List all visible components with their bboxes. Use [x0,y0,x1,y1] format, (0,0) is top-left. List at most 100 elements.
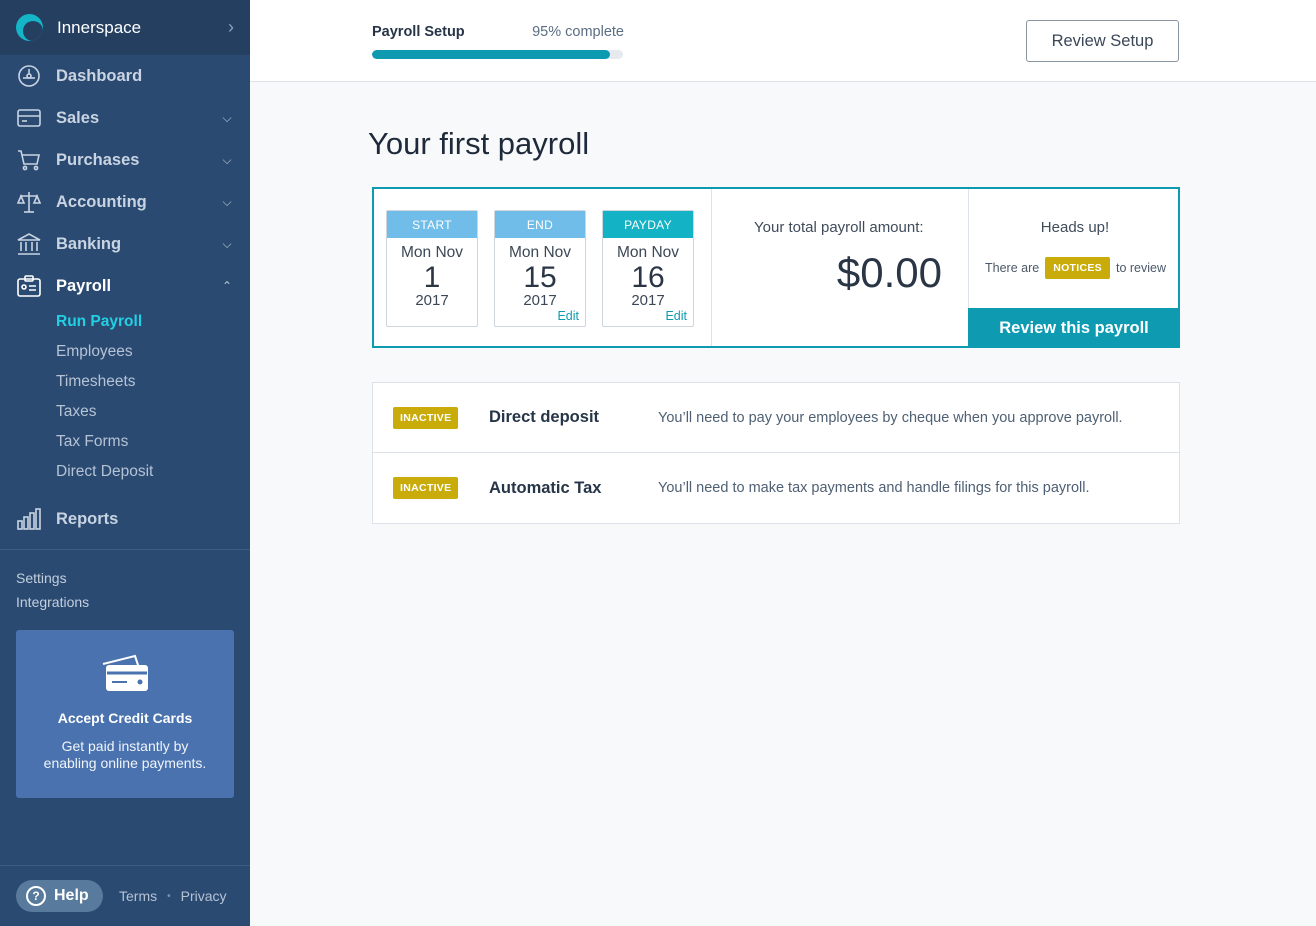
promo-line-1: Get paid instantly by [61,738,189,754]
question-icon: ? [26,886,46,906]
page-title: Your first payroll [368,126,590,161]
terms-link[interactable]: Terms [119,888,157,904]
service-name: Automatic Tax [489,478,602,497]
bank-icon [16,232,42,256]
notice-line: There are NOTICES to review [985,257,1166,279]
status-badge: INACTIVE [393,477,459,499]
progress-track [372,50,623,59]
edit-end-date-link[interactable]: Edit [557,309,579,323]
sidebar-links: Settings Integrations [16,568,89,616]
credit-card-icon [99,654,151,694]
total-payroll-label: Your total payroll amount: [754,219,924,236]
service-description: You’ll need to make tax payments and han… [658,480,1090,496]
subnav-direct-deposit[interactable]: Direct Deposit [56,457,250,487]
badge-icon [16,274,42,298]
setup-progress[interactable]: Payroll Setup 95% complete [372,24,624,59]
chevron-down-icon: ⌵ [222,194,232,209]
chevron-down-icon: ⌵ [222,110,232,125]
review-payroll-button[interactable]: Review this payroll [968,308,1180,348]
nav-purchases[interactable]: Purchases ⌵ [0,139,250,181]
top-bar: Payroll Setup 95% complete Review Setup [250,0,1316,82]
end-dow: Mon Nov [508,244,572,261]
subnav-tax-forms[interactable]: Tax Forms [56,427,250,457]
nav-payroll-label: Payroll [56,276,112,295]
status-badge: INACTIVE [393,406,459,429]
chevron-down-icon: ⌵ [222,152,232,167]
help-button[interactable]: ? Help [16,880,103,912]
sidebar-footer-divider [0,865,250,866]
nav-dashboard[interactable]: Dashboard [0,55,250,97]
notice-suffix: to review [1115,261,1167,275]
footer-separator: • [167,890,171,902]
nav-payroll[interactable]: Payroll ⌃ [0,265,250,307]
start-label: START [387,211,477,238]
end-date-card: END Mon Nov 15 2017 Edit [494,210,586,327]
settings-link[interactable]: Settings [16,568,89,592]
payroll-subnav: Run Payroll Employees Timesheets Taxes T… [0,307,250,487]
progress-percent: 95% complete [532,24,624,40]
accept-credit-cards-promo[interactable]: Accept Credit Cards Get paid instantly b… [16,630,234,798]
subnav-taxes[interactable]: Taxes [56,397,250,427]
start-dow: Mon Nov [400,244,464,261]
card-icon [16,106,42,130]
dashboard-icon [16,64,42,88]
payday-dow: Mon Nov [616,244,680,261]
end-year: 2017 [523,292,557,309]
subnav-timesheets[interactable]: Timesheets [56,367,250,397]
integrations-link[interactable]: Integrations [16,592,89,616]
review-setup-button[interactable]: Review Setup [1026,20,1179,62]
nav-banking[interactable]: Banking ⌵ [0,223,250,265]
org-switcher[interactable]: Innerspace › [0,0,250,55]
scale-icon [16,190,42,214]
edit-payday-link[interactable]: Edit [665,309,687,323]
subnav-employees[interactable]: Employees [56,337,250,367]
heads-up-title: Heads up! [1040,219,1110,236]
subnav-run-payroll[interactable]: Run Payroll [56,307,250,337]
notices-badge[interactable]: NOTICES [1045,257,1110,279]
nav-sales-label: Sales [56,108,100,127]
brand-logo [16,14,43,41]
total-payroll-amount: $0.00 [836,249,942,296]
end-day: 15 [523,261,557,294]
main-nav: Dashboard Sales ⌵ Purchases ⌵ Accounting… [0,55,250,540]
sidebar-divider [0,549,250,550]
nav-sales[interactable]: Sales ⌵ [0,97,250,139]
service-name: Direct deposit [489,408,600,426]
notice-prefix: There are [985,261,1040,275]
privacy-link[interactable]: Privacy [181,888,227,904]
payday-label: PAYDAY [603,211,693,238]
bar-chart-icon [16,507,42,531]
sidebar: Innerspace › Dashboard Sales ⌵ Purchases… [0,0,250,926]
org-name: Innerspace [57,17,142,37]
nav-accounting[interactable]: Accounting ⌵ [0,181,250,223]
card-divider [711,189,712,346]
promo-text: Get paid instantly by enabling online pa… [16,738,234,772]
start-day: 1 [423,261,441,294]
start-year: 2017 [415,292,449,309]
nav-purchases-label: Purchases [56,150,140,169]
progress-fill [372,50,611,59]
nav-banking-label: Banking [56,234,122,253]
nav-reports[interactable]: Reports [0,498,250,540]
service-description: You’ll need to pay your employees by che… [658,409,1123,426]
nav-accounting-label: Accounting [56,192,147,211]
chevron-right-icon: › [228,17,234,37]
payroll-services-list: INACTIVE Direct deposit You’ll need to p… [372,382,1180,524]
nav-reports-label: Reports [56,509,119,528]
payday-year: 2017 [631,292,665,309]
cart-icon [16,148,42,172]
service-row-direct-deposit[interactable]: INACTIVE Direct deposit You’ll need to p… [373,383,1179,453]
payroll-summary-card: START Mon Nov 1 2017 END Mon Nov 15 2017… [372,187,1180,348]
end-label: END [495,211,585,238]
payday-day: 16 [631,261,665,294]
promo-line-2: enabling online payments. [43,755,207,771]
payday-card: PAYDAY Mon Nov 16 2017 Edit [602,210,694,327]
start-date-card: START Mon Nov 1 2017 [386,210,478,327]
promo-title: Accept Credit Cards [57,710,193,726]
chevron-down-icon: ⌵ [222,236,232,251]
chevron-up-icon: ⌃ [221,279,233,293]
sidebar-footer: ? Help Terms • Privacy [16,880,227,912]
help-label: Help [54,887,89,904]
service-row-automatic-tax[interactable]: INACTIVE Automatic Tax You’ll need to ma… [373,453,1179,523]
nav-dashboard-label: Dashboard [56,66,143,85]
